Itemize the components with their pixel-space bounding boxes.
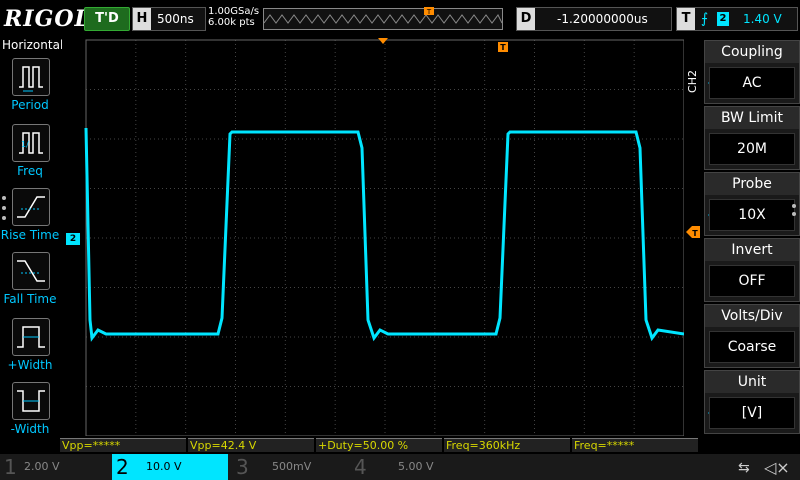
horizontal-timebase[interactable]: H 500ns bbox=[132, 7, 206, 31]
usb-icon: ⇆ bbox=[738, 460, 750, 476]
probe-softkey[interactable]: Probe 10X bbox=[704, 172, 800, 236]
measure-neg-width[interactable]: -Width bbox=[0, 382, 60, 446]
measurement-item[interactable]: Freq=360kHz bbox=[444, 438, 570, 452]
measure-menu: Horizontal Period 1/ Freq Rise Time Fall… bbox=[0, 38, 64, 438]
trigger-point-marker: T bbox=[498, 42, 508, 52]
trigger-source: 2 bbox=[717, 12, 729, 26]
pos-width-icon bbox=[12, 318, 50, 356]
period-label: Period bbox=[11, 98, 49, 112]
trigger-box[interactable]: T ⨍ 2 1.40 V bbox=[676, 7, 798, 31]
ch3-number: 3 bbox=[236, 455, 249, 479]
measurement-item[interactable]: +Duty=50.00 % bbox=[316, 438, 442, 452]
ch1-number: 1 bbox=[4, 455, 17, 479]
ch3-scale: 500mV bbox=[272, 460, 312, 473]
probe-value: 10X bbox=[709, 199, 795, 231]
measurement-bar: Vpp=***** Vpp=42.4 V +Duty=50.00 % Freq=… bbox=[60, 438, 760, 452]
fall-time-icon bbox=[12, 252, 50, 290]
coupling-header: Coupling bbox=[705, 41, 799, 63]
unit-value: [V] bbox=[709, 397, 795, 429]
bw-limit-header: BW Limit bbox=[705, 107, 799, 129]
trigger-position-marker: T bbox=[424, 7, 434, 16]
measurement-item[interactable]: Vpp=42.4 V bbox=[188, 438, 314, 452]
trigger-level: 1.40 V bbox=[743, 12, 782, 26]
measure-period[interactable]: Period bbox=[0, 58, 60, 122]
invert-softkey[interactable]: Invert OFF bbox=[704, 238, 800, 302]
measure-pos-width[interactable]: +Width bbox=[0, 318, 60, 382]
pos-width-label: +Width bbox=[7, 358, 53, 372]
top-status-bar: RIGOL T'D H 500ns 1.00GSa/s 6.00k pts T … bbox=[0, 0, 800, 36]
trigger-label: T bbox=[677, 8, 695, 30]
ch4-scale: 5.00 V bbox=[398, 460, 434, 473]
channel-menu-tag: CH2 bbox=[686, 70, 699, 93]
speaker-mute-icon[interactable]: ◁× bbox=[764, 458, 790, 477]
measure-rise-time[interactable]: Rise Time bbox=[0, 188, 60, 252]
trigger-level-marker[interactable]: T bbox=[686, 226, 700, 238]
delay-box[interactable]: D -1.20000000us bbox=[516, 7, 672, 31]
delay-label: D bbox=[517, 8, 535, 30]
svg-text:T: T bbox=[692, 229, 698, 238]
unit-softkey[interactable]: Unit [V] bbox=[704, 370, 800, 434]
channel-menu: Coupling AC BW Limit 20M Probe 10X Inver… bbox=[704, 38, 800, 438]
invert-value: OFF bbox=[709, 265, 795, 297]
invert-header: Invert bbox=[705, 239, 799, 261]
ch4-status[interactable]: 4 5.00 V bbox=[350, 454, 462, 480]
neg-width-label: -Width bbox=[10, 422, 50, 436]
trigger-time-marker bbox=[378, 38, 388, 44]
freq-icon: 1/ bbox=[12, 124, 50, 162]
ch2-scale: 10.0 V bbox=[146, 460, 182, 473]
delay-value: -1.20000000us bbox=[557, 12, 648, 26]
ch1-status[interactable]: 1 2.00 V bbox=[0, 454, 112, 480]
waveform-display[interactable] bbox=[62, 38, 684, 436]
ch4-number: 4 bbox=[354, 455, 367, 479]
memory-waveform-preview bbox=[264, 14, 502, 24]
svg-text:1/: 1/ bbox=[21, 140, 29, 149]
ch2-ground-marker[interactable]: 2 bbox=[66, 233, 80, 245]
measurement-item[interactable]: Freq=***** bbox=[572, 438, 698, 452]
probe-header: Probe bbox=[705, 173, 799, 195]
channel-status-bar: 1 2.00 V 2 10.0 V 3 500mV 4 5.00 V ⇆ ◁× bbox=[0, 454, 800, 480]
measure-freq[interactable]: 1/ Freq bbox=[0, 124, 60, 188]
measure-menu-title: Horizontal bbox=[2, 38, 64, 52]
right-scroll-dots bbox=[792, 204, 796, 216]
bw-limit-value: 20M bbox=[709, 133, 795, 165]
svg-text:T: T bbox=[426, 8, 432, 16]
neg-width-icon bbox=[12, 382, 50, 420]
freq-label: Freq bbox=[17, 164, 43, 178]
timebase-value: 500ns bbox=[157, 12, 194, 26]
volts-div-value: Coarse bbox=[709, 331, 795, 363]
rigol-logo: RIGOL bbox=[4, 6, 91, 32]
svg-text:T: T bbox=[500, 43, 506, 52]
rising-edge-icon: ⨍ bbox=[701, 11, 709, 27]
ch2-number: 2 bbox=[116, 455, 129, 479]
horizontal-label: H bbox=[133, 8, 151, 30]
volts-div-softkey[interactable]: Volts/Div Coarse bbox=[704, 304, 800, 368]
unit-header: Unit bbox=[705, 371, 799, 393]
coupling-value: AC bbox=[709, 67, 795, 99]
period-icon bbox=[12, 58, 50, 96]
acquisition-info: 1.00GSa/s 6.00k pts bbox=[208, 6, 259, 28]
ch2-status[interactable]: 2 10.0 V bbox=[112, 454, 228, 480]
run-status-badge[interactable]: T'D bbox=[84, 7, 130, 31]
measurement-item[interactable]: Vpp=***** bbox=[60, 438, 186, 452]
sample-rate: 1.00GSa/s bbox=[208, 6, 260, 17]
fall-time-label: Fall Time bbox=[3, 292, 57, 306]
rise-time-label: Rise Time bbox=[0, 228, 60, 242]
rise-time-icon bbox=[12, 188, 50, 226]
volts-div-header: Volts/Div bbox=[705, 305, 799, 327]
bw-limit-softkey[interactable]: BW Limit 20M bbox=[704, 106, 800, 170]
ch3-status[interactable]: 3 500mV bbox=[232, 454, 344, 480]
coupling-softkey[interactable]: Coupling AC bbox=[704, 40, 800, 104]
ch1-scale: 2.00 V bbox=[24, 460, 60, 473]
memory-depth: 6.00k pts bbox=[208, 17, 255, 28]
memory-overview: T bbox=[263, 7, 503, 30]
measure-fall-time[interactable]: Fall Time bbox=[0, 252, 60, 316]
